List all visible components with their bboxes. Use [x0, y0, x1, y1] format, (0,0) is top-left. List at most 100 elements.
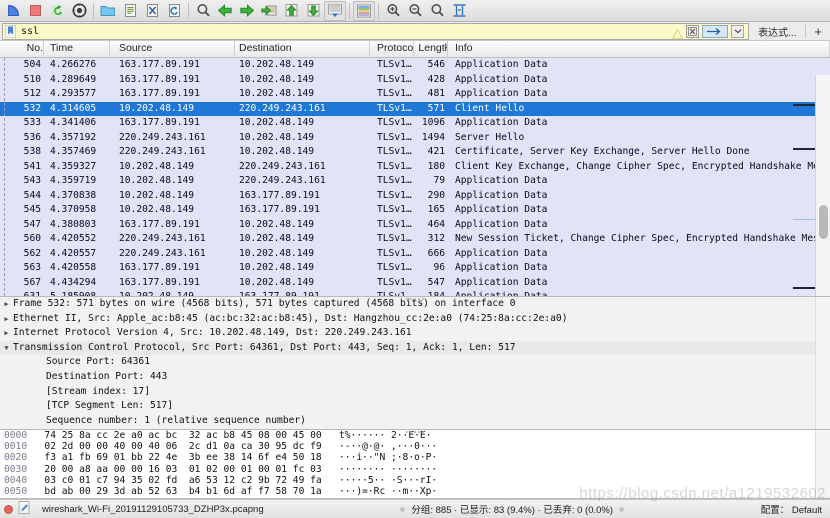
packet-list-pane: No. Time Source Destination Protocol Len…: [0, 41, 830, 297]
zoom-reset-button[interactable]: [426, 1, 448, 21]
colorize-packets-button[interactable]: [353, 0, 375, 21]
hex-ascii: ···)=·Rc ··m··Xp·: [339, 486, 438, 498]
packet-cell-destination: 220.249.243.161: [239, 175, 326, 186]
packet-list-header: No. Time Source Destination Protocol Len…: [0, 41, 830, 58]
packet-row[interactable]: 545 4.370958 10.202.48.149 163.177.89.191 TL…: [0, 203, 830, 218]
packet-row[interactable]: 532 4.314605 10.202.48.149 220.249.243.161 T…: [0, 101, 830, 116]
apply-filter-icon[interactable]: [702, 24, 729, 38]
packet-cell-protocol: TLSv1…: [377, 102, 412, 114]
detail-tree-item[interactable]: Source Port: 64361: [0, 355, 830, 370]
column-header-no[interactable]: No.: [0, 41, 44, 57]
detail-tree-item[interactable]: ▶ Ethernet II, Src: Apple_ac:b8:45 (ac:bc…: [0, 312, 830, 327]
stop-capture-button[interactable]: [24, 1, 46, 21]
packet-cell-time: 5.185908: [44, 290, 110, 296]
packet-row[interactable]: 562 4.420557 220.249.243.161 10.202.48.149 T…: [0, 246, 830, 261]
auto-scroll-button[interactable]: [324, 0, 346, 21]
display-filter-value[interactable]: ssl: [21, 26, 672, 37]
packet-row[interactable]: 563 4.420558 163.177.89.191 10.202.48.149 TL…: [0, 261, 830, 276]
profile-label[interactable]: 配置： Default: [761, 502, 826, 516]
hex-dump-line[interactable]: 0030 20 00 a8 aa 00 00 16 03 01 02 00 01…: [0, 464, 830, 475]
packet-row[interactable]: 560 4.420552 220.249.243.161 10.202.48.149 T…: [0, 232, 830, 247]
packet-details-scrollbar[interactable]: [815, 297, 830, 429]
column-header-time[interactable]: Time: [44, 41, 110, 57]
hex-offset: 0050: [4, 486, 28, 498]
pane-splitter-grip[interactable]: [400, 298, 430, 301]
packet-list-scrollbar[interactable]: [815, 75, 830, 296]
packet-cell-length: 1494: [421, 131, 445, 143]
clear-filter-icon[interactable]: [686, 24, 700, 38]
packet-cell-destination: 10.202.48.149: [239, 88, 315, 99]
packet-row[interactable]: 567 4.434294 163.177.89.191 10.202.48.149 TL…: [0, 275, 830, 290]
packet-row[interactable]: 533 4.341406 163.177.89.191 10.202.48.149 TL…: [0, 116, 830, 131]
pane-splitter-grip[interactable]: [400, 431, 430, 434]
resize-columns-button[interactable]: [448, 1, 470, 21]
go-to-packet-button[interactable]: [258, 1, 280, 21]
detail-tree-item[interactable]: [TCP Segment Len: 517]: [0, 399, 830, 414]
packet-cell-time: 4.380803: [50, 218, 97, 230]
collapse-triangle-icon[interactable]: ▼: [0, 341, 13, 356]
detail-tree-item[interactable]: ▶ Internet Protocol Version 4, Src: 10.20…: [0, 326, 830, 341]
packet-details-pane[interactable]: ▶ Frame 532: 571 bytes on wire (4568 bits…: [0, 297, 830, 430]
hex-dump-line[interactable]: 0010 02 2d 00 00 40 00 40 06 2c d1 0a ca…: [0, 441, 830, 452]
column-header-protocol[interactable]: Protocol: [370, 41, 414, 57]
detail-tree-item[interactable]: ▼ Transmission Control Protocol, Src Port…: [0, 340, 830, 356]
restart-capture-button[interactable]: [46, 1, 68, 21]
chevron-down-icon[interactable]: [731, 24, 745, 38]
packet-row[interactable]: 512 4.293577 163.177.89.191 10.202.48.149 TL…: [0, 87, 830, 102]
open-file-button[interactable]: [97, 1, 119, 21]
column-header-destination[interactable]: Destination: [235, 41, 370, 57]
display-filter-input[interactable]: ssl: [2, 22, 750, 40]
packet-row[interactable]: 536 4.357192 220.249.243.161 10.202.48.149 T…: [0, 130, 830, 145]
go-to-last-packet-button[interactable]: [302, 1, 324, 21]
expand-triangle-icon[interactable]: ▶: [0, 312, 13, 327]
capture-options-button[interactable]: [68, 1, 90, 21]
detail-tree-item[interactable]: [Stream index: 17]: [0, 385, 830, 400]
expand-triangle-icon[interactable]: ▶: [0, 297, 13, 312]
packet-cell-time: 4.293577: [50, 88, 97, 99]
packet-cell-protocol: TLSv1…: [377, 117, 412, 128]
packet-row[interactable]: 504 4.266276 163.177.89.191 10.202.48.149 TL…: [0, 58, 830, 73]
save-file-button[interactable]: [119, 1, 141, 21]
column-header-info[interactable]: Info: [448, 41, 830, 57]
column-header-source[interactable]: Source: [110, 41, 235, 57]
packet-row[interactable]: 510 4.289649 163.177.89.191 10.202.48.149 TL…: [0, 72, 830, 87]
bookmark-icon[interactable]: [4, 24, 17, 38]
hex-offset: 0010: [4, 441, 28, 453]
packet-cell-info: Client Key Exchange, Change Cipher Spec,…: [455, 160, 830, 172]
expert-info-icon[interactable]: [4, 504, 13, 514]
packet-bytes-pane[interactable]: 0000 74 25 8a cc 2e a0 ac bc 32 ac b8 45…: [0, 430, 830, 499]
packet-row[interactable]: 6315.18590810.202.48.149163.177.89.191TL…: [0, 290, 830, 296]
packet-row[interactable]: 541 4.359327 10.202.48.149 220.249.243.161 T…: [0, 159, 830, 174]
hex-dump-line[interactable]: 0020 f3 a1 fb 69 01 bb 22 4e 3b ee 38 14…: [0, 452, 830, 463]
packet-row[interactable]: 544 4.370838 10.202.48.149 163.177.89.191 TL…: [0, 188, 830, 203]
add-filter-button-button[interactable]: +: [808, 24, 828, 39]
packet-cell-source: 220.249.243.161: [119, 131, 206, 143]
zoom-out-button[interactable]: [404, 1, 426, 21]
detail-tree-item[interactable]: Sequence number: 1 (relative sequence nu…: [0, 414, 830, 429]
go-to-first-packet-button[interactable]: [280, 1, 302, 21]
go-back-button[interactable]: [214, 1, 236, 21]
close-file-button[interactable]: [141, 1, 163, 21]
find-packet-button[interactable]: [192, 1, 214, 21]
capture-file-properties-icon[interactable]: [18, 501, 30, 517]
packet-list-body[interactable]: 504 4.266276 163.177.89.191 10.202.48.149 TL…: [0, 58, 830, 296]
reload-file-button[interactable]: [163, 1, 185, 21]
detail-tree-label: Transmission Control Protocol, Src Port:…: [13, 341, 516, 353]
hex-dump-line[interactable]: 0050 bd ab 00 29 3d ab 52 63 b4 b1 6d af…: [0, 486, 830, 497]
hex-dump-line[interactable]: 0040 03 c0 01 c7 94 35 02 fd a6 53 12 c2…: [0, 475, 830, 486]
filter-expression-button[interactable]: 表达式...: [749, 24, 803, 39]
column-header-length[interactable]: Lengtł: [414, 41, 448, 57]
go-forward-button[interactable]: [236, 1, 258, 21]
scrollbar-thumb[interactable]: [819, 205, 828, 239]
detail-tree-item[interactable]: Destination Port: 443: [0, 370, 830, 385]
start-capture-button[interactable]: [2, 1, 24, 21]
packet-row[interactable]: 543 4.359719 10.202.48.149 220.249.243.161 T…: [0, 174, 830, 189]
packet-cell-destination: 10.202.48.149: [239, 59, 315, 70]
packet-bytes-scrollbar[interactable]: [815, 430, 830, 498]
packet-row[interactable]: 538 4.357469 220.249.243.161 10.202.48.149 T…: [0, 145, 830, 160]
zoom-in-button[interactable]: [382, 1, 404, 21]
packet-row[interactable]: 547 4.380803 163.177.89.191 10.202.48.149 TL…: [0, 217, 830, 232]
hex-bytes: f3 a1 fb 69 01 bb 22 4e 3b ee 38 14 6f e…: [27, 452, 340, 464]
expand-triangle-icon[interactable]: ▶: [0, 326, 13, 341]
packet-cell-destination: 220.249.243.161: [239, 160, 326, 172]
